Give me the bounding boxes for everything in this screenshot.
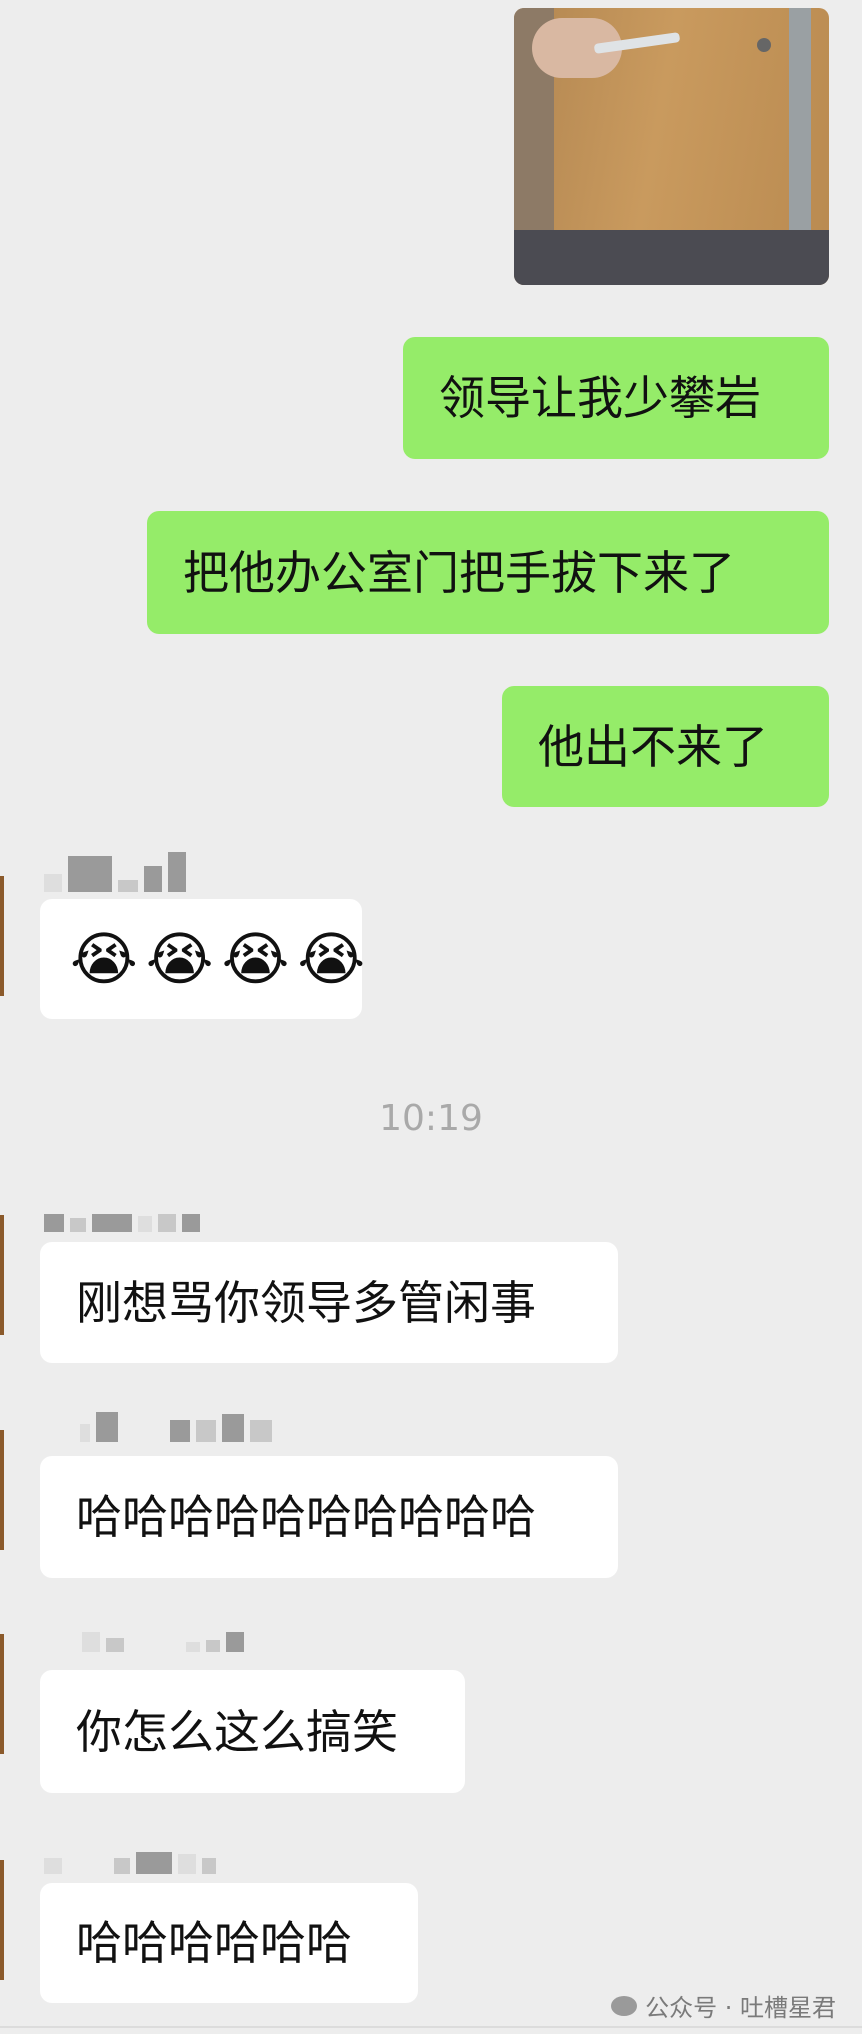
sent-message-2[interactable]: 把他办公室门把手拔下来了 [147,511,829,634]
avatar[interactable] [0,1860,4,1980]
message-text: 哈哈哈哈哈哈 [76,1916,352,1970]
message-text: 哈哈哈哈哈哈哈哈哈哈 [76,1490,536,1544]
sender-name-redacted [44,852,186,892]
sender-name-redacted [82,1632,244,1652]
sent-message-3[interactable]: 他出不来了 [502,686,829,807]
bottom-divider [0,2026,862,2028]
sent-photo-door-handle[interactable] [514,8,829,285]
timestamp: 10:19 [379,1098,483,1139]
sent-message-1[interactable]: 领导让我少攀岩 [403,337,829,459]
message-text: 把他办公室门把手拔下来了 [183,545,735,600]
avatar[interactable] [0,1215,4,1335]
received-message-2[interactable]: 刚想骂你领导多管闲事 [40,1242,618,1363]
watermark-text: 公众号 · 吐槽星君 [645,1994,836,2022]
received-message-emoji[interactable]: 😭 😭 😭 😭 [40,899,365,1019]
received-message-5[interactable]: 哈哈哈哈哈哈 [40,1883,418,2003]
face-palm-crying-emoji: 😭 [145,925,214,993]
message-text: 他出不来了 [538,719,768,774]
sender-name-redacted [80,1412,272,1442]
emoji-row: 😭 😭 😭 😭 [70,930,365,988]
message-text: 刚想骂你领导多管闲事 [76,1275,536,1330]
wechat-official-account-icon [611,1995,638,2016]
photo-floor [514,230,829,285]
received-message-3[interactable]: 哈哈哈哈哈哈哈哈哈哈 [40,1456,618,1578]
message-text: 你怎么这么搞笑 [76,1704,398,1759]
avatar[interactable] [0,876,4,996]
avatar[interactable] [0,1430,4,1550]
avatar[interactable] [0,1634,4,1754]
message-text: 领导让我少攀岩 [439,371,761,425]
watermark: 公众号 · 吐槽星君 [611,1988,836,2023]
face-palm-crying-emoji: 😭 [297,925,366,993]
sender-name-redacted [44,1214,200,1232]
sender-name-redacted [44,1852,216,1874]
face-palm-crying-emoji: 😭 [221,925,290,993]
face-palm-crying-emoji: 😭 [70,925,138,993]
received-message-4[interactable]: 你怎么这么搞笑 [40,1670,465,1793]
photo-lock [757,38,771,52]
